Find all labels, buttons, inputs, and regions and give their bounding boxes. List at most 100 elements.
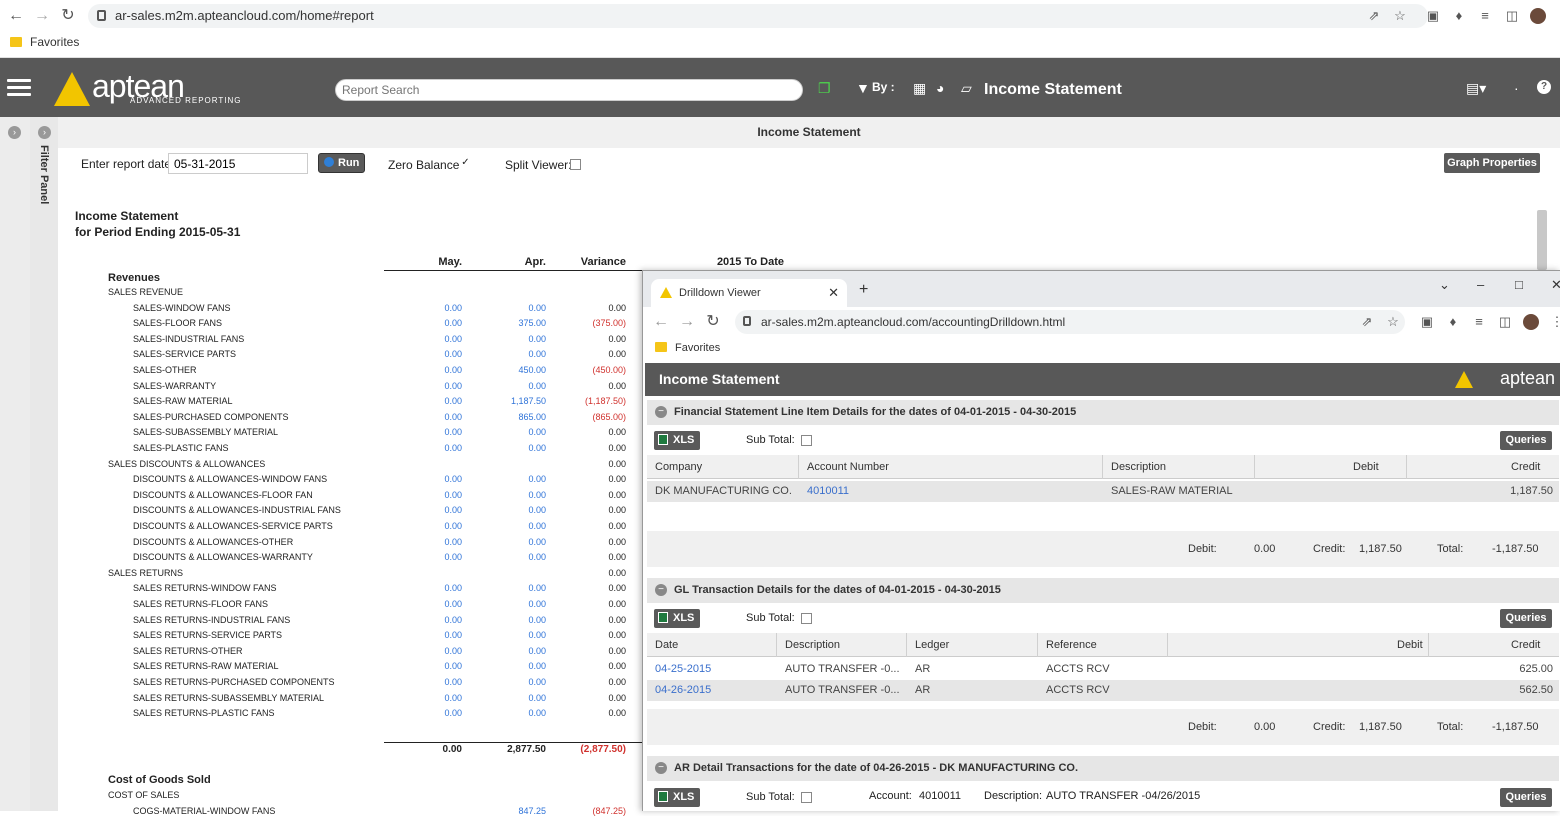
section-line-items[interactable]: − Financial Statement Line Item Details …: [647, 400, 1559, 425]
row-may[interactable]: 0.00: [402, 474, 462, 484]
graph-properties-button[interactable]: Graph Properties: [1444, 153, 1540, 173]
cell-date-link[interactable]: 04-26-2015: [655, 684, 711, 696]
row-apr[interactable]: 0.00: [486, 334, 546, 344]
row-apr[interactable]: 0.00: [486, 646, 546, 656]
drill-share-icon[interactable]: ⇗: [1359, 314, 1375, 330]
menu-icon[interactable]: [7, 79, 31, 97]
col-debit[interactable]: Debit: [1353, 461, 1379, 473]
row-apr[interactable]: 0.00: [486, 583, 546, 593]
extension-icon[interactable]: ▣: [1425, 8, 1441, 24]
row-apr[interactable]: 0.00: [486, 677, 546, 687]
table-row[interactable]: DK MANUFACTURING CO. 4010011 SALES-RAW M…: [647, 481, 1559, 502]
drill-profile-avatar[interactable]: [1523, 314, 1539, 330]
drill-star-icon[interactable]: ☆: [1385, 314, 1401, 330]
row-may[interactable]: 0.00: [402, 318, 462, 328]
row-may[interactable]: 0.00: [402, 349, 462, 359]
expand-filter-icon[interactable]: ›: [38, 126, 51, 139]
col-reference[interactable]: Reference: [1046, 639, 1097, 651]
export-icon[interactable]: ▤▾: [1466, 80, 1486, 97]
row-may[interactable]: 0.00: [402, 412, 462, 422]
help-icon[interactable]: ?: [1537, 80, 1551, 94]
row-may[interactable]: 0.00: [402, 443, 462, 453]
zero-balance-checkbox[interactable]: ✓: [460, 158, 471, 169]
col-date[interactable]: Date: [655, 639, 678, 651]
col-description[interactable]: Description: [1111, 461, 1166, 473]
filter-panel-label[interactable]: Filter Panel: [38, 145, 50, 204]
row-apr[interactable]: 0.00: [486, 490, 546, 500]
row-apr[interactable]: 0.00: [486, 521, 546, 531]
row-may[interactable]: 0.00: [402, 677, 462, 687]
drill-reload-icon[interactable]: ↻: [703, 312, 723, 332]
dashboard-icon[interactable]: ◕: [936, 80, 944, 96]
new-tab-icon[interactable]: +: [859, 281, 868, 299]
run-button[interactable]: Run: [318, 153, 365, 173]
drill-more-icon[interactable]: ⋮: [1549, 314, 1560, 330]
drilldown-tab[interactable]: Drilldown Viewer ✕: [651, 279, 847, 307]
drill-forward-icon[interactable]: →: [677, 312, 697, 332]
col-company[interactable]: Company: [655, 461, 702, 473]
collapse-icon[interactable]: −: [655, 584, 667, 596]
row-may[interactable]: 0.00: [402, 552, 462, 562]
close-tab-icon[interactable]: ✕: [828, 285, 839, 301]
row-may[interactable]: 0.00: [402, 630, 462, 640]
row-may[interactable]: 0.00: [402, 334, 462, 344]
row-apr[interactable]: 1,187.50: [486, 396, 546, 406]
section-ar-detail[interactable]: − AR Detail Transactions for the date of…: [647, 756, 1559, 781]
row-apr[interactable]: 450.00: [486, 365, 546, 375]
col-account[interactable]: Account Number: [807, 461, 889, 473]
forward-icon[interactable]: →: [32, 6, 52, 26]
tab-search-icon[interactable]: ⌄: [1439, 277, 1450, 293]
collapse-icon[interactable]: −: [655, 406, 667, 418]
copy-icon[interactable]: ❐: [818, 80, 831, 97]
row-apr[interactable]: 0.00: [486, 474, 546, 484]
queries-button[interactable]: Queries: [1500, 431, 1552, 450]
close-window-icon[interactable]: ✕: [1551, 277, 1560, 293]
back-icon[interactable]: ←: [6, 6, 26, 26]
puzzle-icon[interactable]: ♦: [1451, 8, 1467, 24]
drill-sidepanel-icon[interactable]: ◫: [1497, 314, 1513, 330]
cogs-row-apr[interactable]: 847.25: [486, 806, 546, 816]
row-may[interactable]: 0.00: [402, 708, 462, 718]
table-row[interactable]: 04-26-2015 AUTO TRANSFER -0... AR ACCTS …: [647, 680, 1559, 701]
calendar-icon[interactable]: ▦: [913, 80, 926, 97]
drill-address-bar[interactable]: ar-sales.m2m.apteancloud.com/accountingD…: [735, 310, 1405, 334]
queries-button[interactable]: Queries: [1500, 609, 1552, 628]
row-may[interactable]: 0.00: [402, 693, 462, 703]
address-url[interactable]: ar-sales.m2m.apteancloud.com/home#report: [115, 8, 374, 23]
row-apr[interactable]: 0.00: [486, 693, 546, 703]
sidepanel-icon[interactable]: ◫: [1504, 8, 1520, 24]
expand-sidebar-icon[interactable]: ›: [8, 126, 21, 139]
row-apr[interactable]: 0.00: [486, 599, 546, 609]
row-may[interactable]: 0.00: [402, 427, 462, 437]
row-may[interactable]: 0.00: [402, 396, 462, 406]
drill-reading-list-icon[interactable]: ≡: [1471, 314, 1487, 330]
cell-date-link[interactable]: 04-25-2015: [655, 663, 711, 675]
row-may[interactable]: 0.00: [402, 646, 462, 656]
row-apr[interactable]: 0.00: [486, 708, 546, 718]
row-apr[interactable]: 0.00: [486, 537, 546, 547]
split-viewer-checkbox[interactable]: [570, 159, 581, 170]
drill-bookmark-favorites[interactable]: Favorites: [655, 342, 720, 354]
reading-list-icon[interactable]: ≡: [1477, 8, 1493, 24]
drill-url[interactable]: ar-sales.m2m.apteancloud.com/accountingD…: [761, 315, 1065, 329]
row-apr[interactable]: 0.00: [486, 552, 546, 562]
reload-icon[interactable]: ↻: [58, 6, 78, 26]
col-ledger[interactable]: Ledger: [915, 639, 949, 651]
profile-avatar[interactable]: [1530, 8, 1546, 24]
row-may[interactable]: 0.00: [402, 381, 462, 391]
row-may[interactable]: 0.00: [402, 365, 462, 375]
report-search-input[interactable]: [335, 79, 803, 101]
drill-extension-icon[interactable]: ▣: [1419, 314, 1435, 330]
cell-account-link[interactable]: 4010011: [807, 485, 849, 497]
col-credit[interactable]: Credit: [1511, 461, 1540, 473]
drill-back-icon[interactable]: ←: [651, 312, 671, 332]
share-icon[interactable]: ⇗: [1366, 8, 1382, 24]
maximize-icon[interactable]: □: [1515, 277, 1523, 292]
section-gl-transactions[interactable]: − GL Transaction Details for the dates o…: [647, 578, 1559, 603]
row-apr[interactable]: 375.00: [486, 318, 546, 328]
filter-icon[interactable]: ▼: [856, 80, 870, 96]
row-apr[interactable]: 0.00: [486, 303, 546, 313]
report-date-input[interactable]: [168, 153, 308, 174]
subtotal-checkbox[interactable]: [801, 613, 812, 624]
row-apr[interactable]: 0.00: [486, 443, 546, 453]
